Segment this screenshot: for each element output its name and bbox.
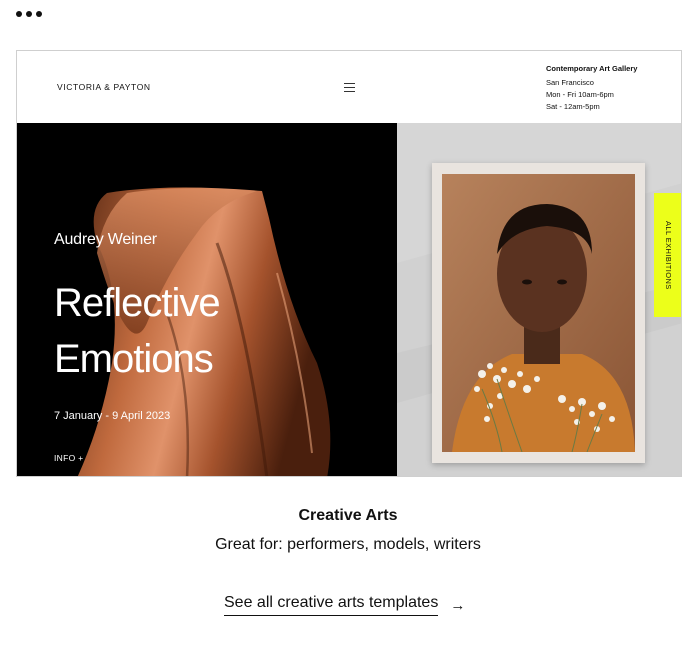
gallery-city: San Francisco (546, 78, 594, 87)
site-header: VICTORIA & PAYTON Contemporary Art Galle… (17, 51, 681, 123)
see-all-templates-label: See all creative arts templates (224, 594, 439, 616)
portrait-photo (442, 174, 635, 452)
all-exhibitions-tab[interactable]: ALL EXHIBITIONS (654, 193, 681, 317)
hours-weekday: Mon - Fri 10am-6pm (546, 90, 614, 99)
gallery-name: Contemporary Art Gallery (546, 64, 638, 73)
gallery-info: Contemporary Art Gallery San Francisco M… (546, 63, 637, 113)
see-all-templates-link[interactable]: See all creative arts templates → (224, 594, 465, 616)
more-options-icon[interactable] (16, 11, 42, 17)
exhibition-title-line1: Reflective (54, 281, 221, 325)
dot (16, 11, 22, 17)
hero-panel: Audrey Weiner Reflective Emotions 7 Janu… (17, 123, 397, 476)
template-category-subtitle: Great for: performers, models, writers (215, 536, 481, 553)
arrow-right-icon: → (450, 596, 466, 614)
template-preview[interactable]: VICTORIA & PAYTON Contemporary Art Galle… (16, 50, 682, 477)
info-link[interactable]: INFO + (54, 453, 83, 463)
dot (26, 11, 32, 17)
artwork-panel: ALL EXHIBITIONS (397, 123, 681, 476)
artist-name: Audrey Weiner (54, 231, 157, 248)
all-exhibitions-label: ALL EXHIBITIONS (664, 220, 673, 290)
brand-logo[interactable]: VICTORIA & PAYTON (57, 82, 151, 92)
picture-frame (432, 163, 645, 463)
hamburger-menu-icon[interactable] (344, 83, 355, 92)
hours-saturday: Sat - 12am-5pm (546, 102, 600, 111)
template-category-title: Creative Arts (298, 507, 398, 524)
dot (36, 11, 42, 17)
exhibition-dates: 7 January - 9 April 2023 (54, 410, 171, 422)
exhibition-title-line2: Emotions (54, 337, 214, 381)
